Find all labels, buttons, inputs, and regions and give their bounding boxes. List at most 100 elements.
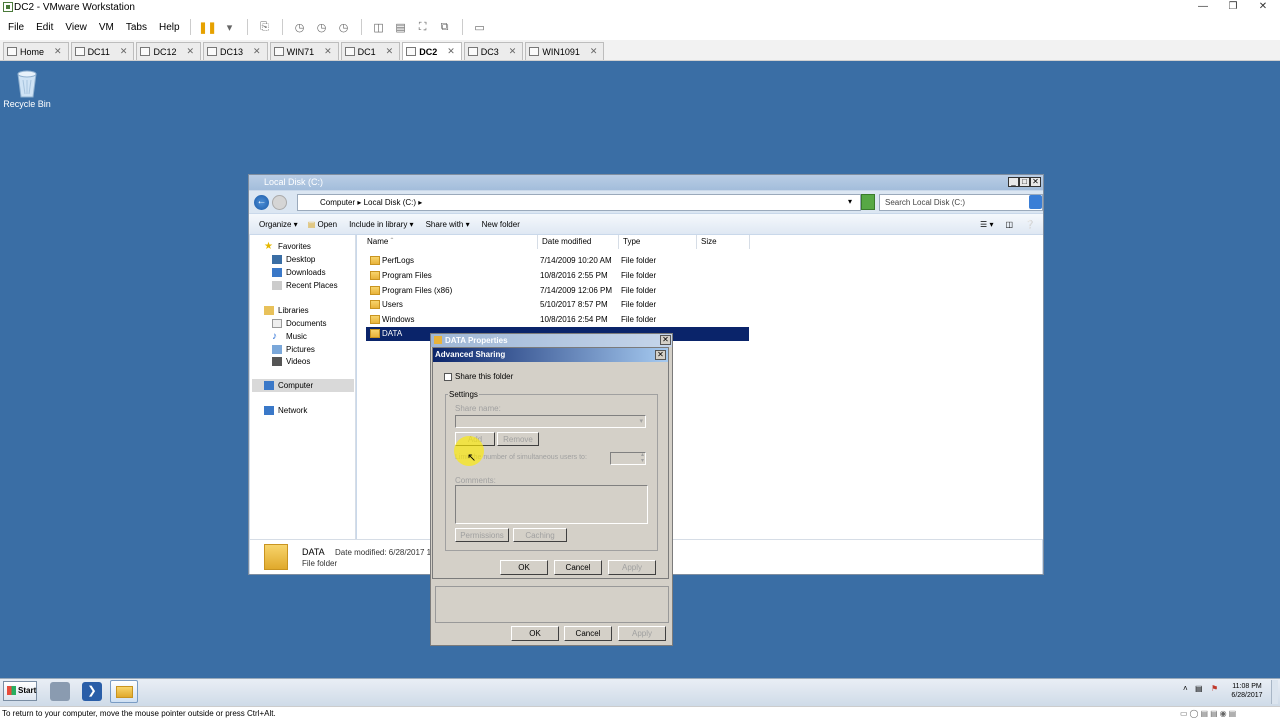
start-button[interactable]: Start [3,681,37,701]
properties-cancel-button[interactable]: Cancel [564,626,612,641]
tab-close-icon[interactable]: ✕ [447,46,455,57]
menu-edit[interactable]: Edit [36,22,53,33]
tab-home[interactable]: Home ✕ [3,42,69,60]
snapshot-icon[interactable]: ◷ [291,19,309,35]
help-icon[interactable]: ❔ [1025,220,1035,229]
search-icon[interactable] [1029,195,1042,209]
nav-documents[interactable]: Documents [272,319,326,328]
advanced-ok-button[interactable]: OK [500,560,548,575]
explorer-taskbar-button[interactable] [110,680,138,703]
view-options-icon[interactable]: ☰ ▾ [980,220,993,229]
tab-win71[interactable]: WIN71 ✕ [269,42,339,60]
taskbar-clock[interactable]: 11:08 PM 6/28/2017 [1227,682,1267,700]
menu-file[interactable]: File [8,22,24,33]
menu-vm[interactable]: VM [99,22,114,33]
tab-close-icon[interactable]: ✕ [386,46,394,57]
menu-help[interactable]: Help [159,22,180,33]
maximize-icon[interactable]: □ [1019,177,1030,187]
tab-close-icon[interactable]: ✕ [186,46,194,57]
close-icon[interactable]: ✕ [660,335,671,345]
limit-users-spinner[interactable]: ▴ ▾ [610,452,646,465]
tab-dc11[interactable]: DC11 ✕ [70,42,135,60]
tab-dc12[interactable]: DC12 ✕ [136,42,202,60]
caching-button[interactable]: Caching [513,528,567,542]
action-center-icon[interactable]: ⚑ [1211,684,1218,693]
nav-recent-places[interactable]: Recent Places [272,281,338,290]
device-status-icons[interactable]: ▭◯▤▤◉▤ [1180,709,1238,718]
tab-close-icon[interactable]: ✕ [509,46,517,57]
menu-tabs[interactable]: Tabs [126,22,147,33]
column-header-type[interactable]: Type [619,235,697,249]
advanced-apply-button[interactable]: Apply [608,560,656,575]
snapshot-manager-icon[interactable]: ◷ [335,19,353,35]
share-with-button[interactable]: Share with ▾ [426,220,470,229]
file-row-program-files[interactable]: Program Files 10/8/2016 2:55 PM File folde… [366,269,749,283]
server-manager-icon[interactable] [50,682,70,701]
revert-snapshot-icon[interactable]: ◷ [313,19,331,35]
tab-win1091[interactable]: WIN1091 ✕ [525,42,605,60]
file-row-windows[interactable]: Windows 10/8/2016 2:54 PM File folder [366,313,749,327]
minimize-icon[interactable]: — [1189,0,1217,15]
refresh-icon[interactable] [861,194,875,210]
tab-close-icon[interactable]: ✕ [54,46,62,57]
tab-dc3[interactable]: DC3 ✕ [463,42,524,60]
preview-pane-icon[interactable]: ◫ [1005,220,1013,229]
nav-pictures[interactable]: Pictures [272,345,315,354]
restore-icon[interactable]: ❐ [1219,0,1247,15]
close-icon[interactable]: ✕ [655,350,666,360]
tab-dc1[interactable]: DC1 ✕ [340,42,401,60]
column-header-date[interactable]: Date modified [538,235,619,249]
new-folder-button[interactable]: New folder [482,220,520,229]
tab-close-icon[interactable]: ✕ [253,46,261,57]
share-name-field[interactable]: ▾ [455,415,646,428]
fullscreen-icon[interactable]: ⛶ [414,19,432,35]
file-row-perflogs[interactable]: PerfLogs 7/14/2009 10:20 AM File folder [366,254,749,268]
remove-button[interactable]: Remove [497,432,539,446]
column-header-name[interactable]: Name ˆ [363,235,538,249]
recycle-bin-icon[interactable] [14,68,40,98]
close-icon[interactable]: ✕ [1030,177,1041,187]
close-icon[interactable]: ✕ [1249,0,1277,15]
permissions-button[interactable]: Permissions [455,528,509,542]
nav-videos[interactable]: Videos [272,357,310,366]
breadcrumb[interactable]: Computer ▸ Local Disk (C:) ▸ [320,198,422,207]
tab-close-icon[interactable]: ✕ [324,46,332,57]
address-dropdown-icon[interactable]: ▾ [848,197,852,206]
share-folder-checkbox[interactable] [444,373,452,381]
send-ctrl-alt-del-icon[interactable]: ⎘ [256,19,274,35]
nav-desktop[interactable]: Desktop [272,255,315,264]
nav-libraries[interactable]: Libraries [264,306,309,315]
thumbnail-view-icon[interactable]: ▤ [392,19,410,35]
nav-network[interactable]: Network [264,406,307,415]
address-field[interactable]: Computer ▸ Local Disk (C:) ▸ [297,194,861,211]
properties-apply-button[interactable]: Apply [618,626,666,641]
unity-icon[interactable]: ⧉ [436,19,454,35]
tab-close-icon[interactable]: ✕ [120,46,128,57]
file-row-program-files-x86[interactable]: Program Files (x86) 7/14/2009 12:06 PM Fil… [366,284,749,298]
nav-music[interactable]: ♪ Music [272,332,307,342]
properties-ok-button[interactable]: OK [511,626,559,641]
organize-button[interactable]: Organize ▾ [259,220,298,229]
powershell-icon[interactable]: ❯ [82,682,102,701]
menu-view[interactable]: View [65,22,87,33]
pause-icon[interactable]: ❚❚ [198,19,216,35]
library-view-icon[interactable]: ◫ [370,19,388,35]
show-hidden-icons[interactable]: ˄ [1183,684,1188,693]
minimize-icon[interactable]: _ [1008,177,1019,187]
comments-textarea[interactable] [455,485,648,524]
open-button[interactable]: ▤ Open [308,220,337,229]
file-row-users[interactable]: Users 5/10/2017 8:57 PM File folder [366,298,749,312]
include-in-library-button[interactable]: Include in library ▾ [349,220,414,229]
forward-arrow-icon[interactable] [272,195,287,210]
tab-dc2[interactable]: DC2 ✕ [402,42,462,60]
tab-dc13[interactable]: DC13 ✕ [203,42,268,60]
nav-favorites[interactable]: ★ Favorites [264,242,311,252]
tab-close-icon[interactable]: ✕ [590,46,598,57]
nav-computer[interactable]: Computer [264,381,313,390]
chevron-down-icon[interactable]: ▾ [221,19,239,35]
column-header-size[interactable]: Size [697,235,750,249]
search-input[interactable]: Search Local Disk (C:) [879,194,1043,211]
back-arrow-icon[interactable]: ← [254,195,269,210]
nav-downloads[interactable]: Downloads [272,268,326,277]
advanced-cancel-button[interactable]: Cancel [554,560,602,575]
